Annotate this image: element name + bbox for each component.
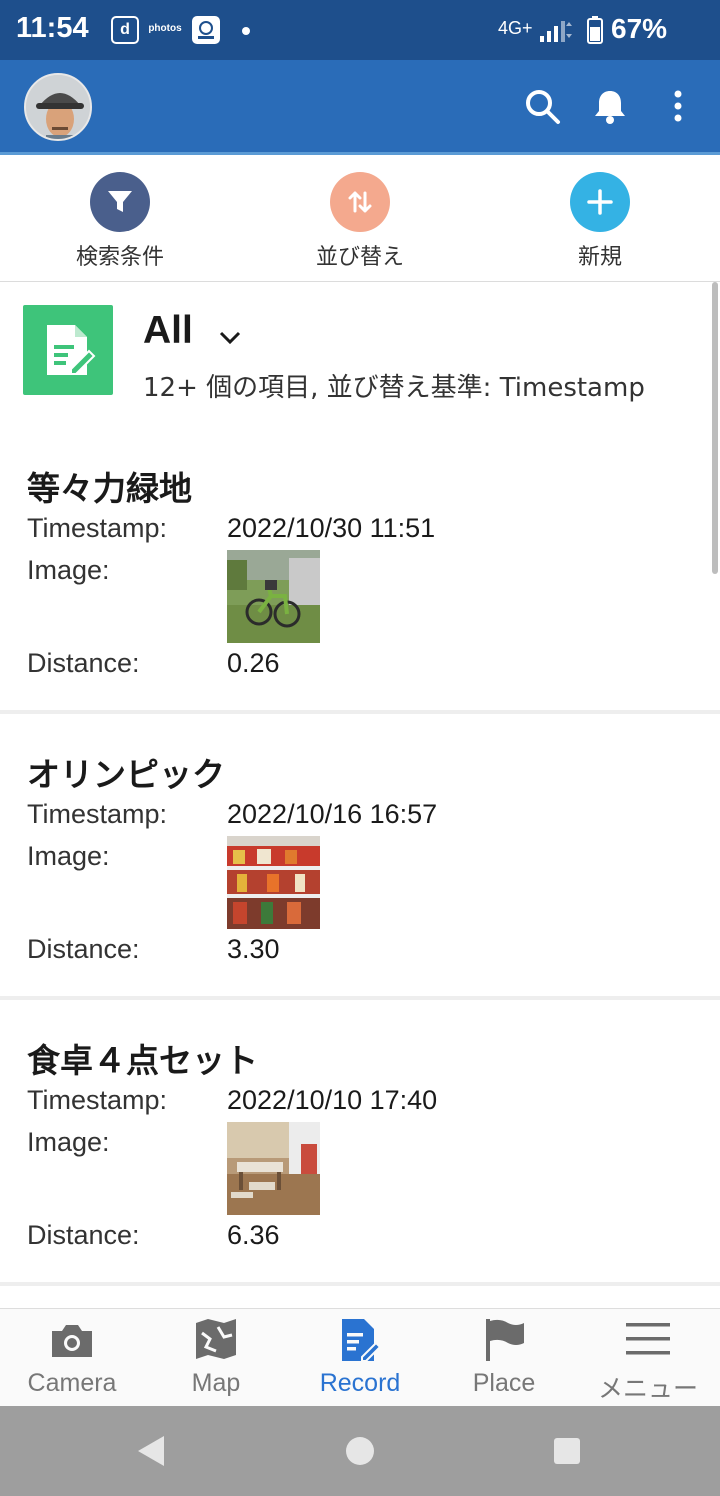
record-thumbnail[interactable]	[227, 1122, 320, 1215]
image-label: Image:	[27, 1127, 110, 1157]
app-notification-icon	[192, 16, 220, 44]
nav-label: Place	[472, 1369, 536, 1397]
record-card[interactable]: オリンピック Timestamp: 2022/10/16 16:57 Image…	[0, 714, 720, 1000]
timestamp-value: 2022/10/30 11:51	[227, 513, 436, 543]
record-title: 食卓４点セット	[27, 1041, 258, 1080]
list-title[interactable]: All	[143, 309, 193, 353]
new-label: 新規	[577, 245, 622, 270]
record-thumbnail[interactable]	[227, 836, 320, 929]
nav-label: Camera	[27, 1369, 117, 1397]
record-title: 等々力緑地	[27, 469, 192, 508]
user-avatar[interactable]	[24, 73, 92, 141]
search-icon[interactable]	[522, 86, 562, 126]
back-icon[interactable]	[136, 1434, 168, 1472]
battery-icon	[587, 16, 603, 48]
bottom-navigation: Camera Map Record Place メニュー	[0, 1308, 720, 1406]
image-label: Image:	[27, 555, 110, 585]
app-bar	[0, 60, 720, 155]
nav-label: メニュー	[597, 1375, 698, 1403]
sort-icon	[330, 172, 390, 232]
notification-dot	[242, 27, 250, 35]
d-app-icon: d	[111, 16, 139, 44]
flag-icon	[480, 1317, 528, 1363]
list-header: All 12+ 個の項目, 並び替え基準: Timestamp	[0, 283, 720, 423]
bell-icon[interactable]	[590, 86, 630, 126]
distance-label: Distance:	[27, 648, 140, 678]
image-label: Image:	[27, 841, 110, 871]
photos-app-icon: photos	[148, 23, 182, 34]
chevron-down-icon[interactable]	[216, 323, 244, 351]
filter-icon	[90, 172, 150, 232]
distance-value: 3.30	[227, 934, 280, 964]
plus-icon	[570, 172, 630, 232]
distance-value: 6.36	[227, 1220, 280, 1250]
more-vert-icon[interactable]	[660, 86, 696, 126]
timestamp-label: Timestamp:	[27, 1085, 168, 1115]
nav-label: Map	[191, 1369, 241, 1397]
record-title: オリンピック	[27, 755, 225, 794]
status-bar: 11:54 d photos 4G+ 67%	[0, 0, 720, 60]
system-navigation-bar	[0, 1406, 720, 1496]
recents-icon[interactable]	[553, 1437, 581, 1469]
distance-label: Distance:	[27, 1220, 140, 1250]
nav-record[interactable]: Record	[288, 1309, 432, 1407]
sort-label: 並び替え	[315, 245, 404, 270]
menu-icon	[624, 1317, 672, 1363]
record-card[interactable]: 等々力緑地 Timestamp: 2022/10/30 11:51 Image:…	[0, 428, 720, 714]
record-thumbnail[interactable]	[227, 550, 320, 643]
record-card[interactable]: 食卓４点セット Timestamp: 2022/10/10 17:40 Imag…	[0, 1000, 720, 1286]
battery-percent: 67%	[611, 13, 668, 44]
sort-button[interactable]: 並び替え	[280, 172, 440, 271]
record-list-icon	[23, 305, 113, 395]
status-time: 11:54	[16, 12, 89, 44]
camera-icon	[48, 1317, 96, 1363]
nav-map[interactable]: Map	[144, 1309, 288, 1407]
home-icon[interactable]	[345, 1436, 375, 1470]
nav-label: Record	[319, 1369, 401, 1397]
filter-label: 検索条件	[75, 245, 164, 270]
signal-icon	[540, 18, 574, 46]
nav-menu[interactable]: メニュー	[576, 1309, 720, 1407]
distance-value: 0.26	[227, 648, 280, 678]
map-icon	[192, 1317, 240, 1363]
filter-button[interactable]: 検索条件	[40, 172, 200, 271]
timestamp-label: Timestamp:	[27, 513, 168, 543]
list-subtitle: 12+ 個の項目, 並び替え基準: Timestamp	[143, 373, 645, 403]
record-icon	[336, 1317, 384, 1363]
distance-label: Distance:	[27, 934, 140, 964]
new-button[interactable]: 新規	[520, 172, 680, 271]
timestamp-label: Timestamp:	[27, 799, 168, 829]
timestamp-value: 2022/10/10 17:40	[227, 1085, 438, 1115]
timestamp-value: 2022/10/16 16:57	[227, 799, 438, 829]
network-type: 4G+	[498, 18, 533, 38]
action-toolbar: 検索条件 並び替え 新規	[0, 158, 720, 282]
nav-place[interactable]: Place	[432, 1309, 576, 1407]
nav-camera[interactable]: Camera	[0, 1309, 144, 1407]
